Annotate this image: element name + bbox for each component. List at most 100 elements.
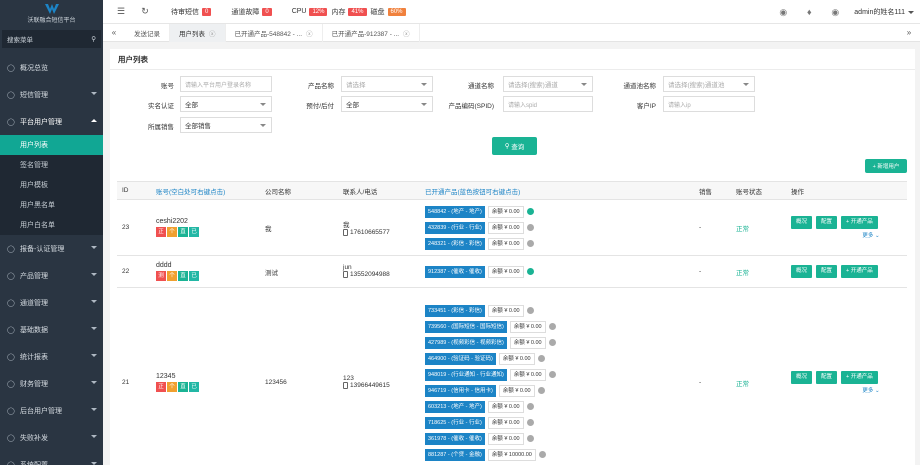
sidebar-subitem[interactable]: 用户列表 — [0, 135, 103, 155]
status-dot[interactable] — [526, 224, 534, 231]
open-product-button[interactable]: + 开通产品 — [841, 216, 878, 229]
sidebar-subitem[interactable]: 签名管理 — [0, 155, 103, 175]
status-dot[interactable] — [526, 268, 534, 275]
tab[interactable]: 用户列表 ⓧ — [170, 23, 226, 42]
sidebar-subitem[interactable]: 用户白名单 — [0, 215, 103, 235]
sidebar-subitem[interactable]: 用户模板 — [0, 175, 103, 195]
status-dot[interactable] — [526, 208, 534, 215]
product-chip[interactable]: 548842 - (地产 - 地产) — [425, 205, 485, 218]
product-balance: 余额 ¥ 10000.00 — [487, 448, 536, 461]
tab[interactable]: 发送记录 — [125, 23, 170, 42]
close-icon[interactable]: ⓧ — [306, 28, 313, 38]
sidebar-submenu: 用户列表 签名管理 用户模板 用户黑名单 用户白名单 — [0, 135, 103, 235]
menu-search[interactable]: 搜索菜单 ⚲ — [2, 30, 101, 48]
product-chip[interactable]: 718625 - (行业 - 行业) — [425, 416, 485, 429]
sidebar-item[interactable]: ◯ 后台用户管理 — [0, 397, 103, 424]
add-user-button[interactable]: + 新增用户 — [865, 159, 907, 173]
sidebar-item[interactable]: ◯ 统计报表 — [0, 343, 103, 370]
sidebar-item-label: 通道管理 — [20, 299, 48, 307]
realname-select[interactable]: 全部 — [180, 96, 272, 112]
billing-select[interactable]: 全部 — [341, 96, 433, 112]
product-chip[interactable]: 881287 - (个贷 - 金融) — [425, 448, 485, 461]
tabs-scroll-left-icon[interactable]: « — [103, 28, 125, 37]
cell-account[interactable]: ceshi2202 正个直已 — [151, 199, 260, 256]
cell-account[interactable]: dddd 测个直已 — [151, 255, 260, 288]
sidebar-item[interactable]: ◯ 短信管理 — [0, 81, 103, 108]
channel-fault-stat[interactable]: 通道故障 0 — [231, 7, 272, 17]
product-chip[interactable]: 948019 - (行业通知 - 行业通知) — [425, 368, 507, 381]
cell-account[interactable]: 12345 正个直已 — [151, 287, 260, 465]
sales-select[interactable]: 全部销售 — [180, 117, 272, 133]
close-icon[interactable]: ⓧ — [209, 28, 216, 38]
channel-select[interactable]: 请选择(搜索)通道 — [503, 76, 593, 92]
sidebar-item[interactable]: ◯ 基础数据 — [0, 316, 103, 343]
sidebar-item[interactable]: ◯ 失败补发 — [0, 424, 103, 451]
status-dot[interactable] — [526, 240, 534, 247]
spid-input[interactable]: 请输入spid — [503, 96, 593, 112]
query-button[interactable]: ⚲ 查询 — [492, 137, 537, 155]
sidebar-subitem[interactable]: 用户黑名单 — [0, 195, 103, 215]
status-dot[interactable] — [537, 387, 545, 394]
cell-actions: 概况 配置 + 开通产品 更多 ⌄ — [786, 287, 907, 465]
contact-name: 123 — [343, 375, 354, 383]
overview-button[interactable]: 概况 — [791, 216, 813, 229]
tab[interactable]: 已开通产品-912387 - ... ⓧ — [323, 23, 420, 42]
tag-icon[interactable]: ♦ — [796, 7, 822, 17]
open-product-button[interactable]: + 开通产品 — [841, 265, 878, 278]
product-chip[interactable]: 427989 - (视频彩信 - 视频彩信) — [425, 336, 507, 349]
more-dropdown[interactable]: 更多 ⌄ — [821, 386, 920, 394]
sidebar-item[interactable]: ◯ 产品管理 — [0, 262, 103, 289]
tab[interactable]: 已开通产品-548842 - ... ⓧ — [226, 23, 323, 42]
cell-contact: 123 13966449615 — [338, 287, 420, 465]
status-dot[interactable] — [548, 339, 556, 346]
account-tag: 已 — [189, 382, 199, 392]
column-header: 已开通产品(蓝色按钮可右键点击) — [420, 181, 694, 200]
product-chip[interactable]: 432839 - (行业 - 行业) — [425, 221, 485, 234]
table-header: ID 账号(空白处可右键点击) 公司名称 联系人/电话 已开通产品(蓝色按钮可右键点击)… — [117, 181, 907, 200]
close-icon[interactable]: ⓧ — [403, 28, 410, 38]
product-chip[interactable]: 248321 - (彩信 - 彩信) — [425, 237, 485, 250]
product-chip[interactable]: 946719 - (信用卡 - 信用卡) — [425, 384, 496, 397]
sidebar-item[interactable]: ◯ 通道管理 — [0, 289, 103, 316]
status-dot[interactable] — [526, 307, 534, 314]
account-input[interactable]: 请输入平台用户登录名称 — [180, 76, 272, 92]
cell-contact: jun 13552094988 — [338, 255, 420, 288]
sidebar-item[interactable]: ◯ 平台用户管理 — [0, 108, 103, 135]
menu-toggle-icon[interactable]: ☰ — [111, 6, 131, 17]
overview-button[interactable]: 概况 — [791, 371, 813, 384]
product-chip[interactable]: 912387 - (催收 - 催收) — [425, 265, 485, 278]
user-menu[interactable]: admin的姓名111 — [854, 7, 914, 17]
sidebar-item[interactable]: ◯ 报备-认证管理 — [0, 235, 103, 262]
sidebar-item[interactable]: ◯ 系统配置 — [0, 451, 103, 465]
overview-button[interactable]: 概况 — [791, 265, 813, 278]
product-chip[interactable]: 361978 - (催收 - 催收) — [425, 432, 485, 445]
retry-icon: ◯ — [7, 434, 15, 442]
config-button[interactable]: 配置 — [816, 216, 838, 229]
ip-input[interactable]: 请输入ip — [663, 96, 755, 112]
eye-icon[interactable]: ◉ — [770, 7, 796, 18]
product-entry: 548842 - (地产 - 地产) 余额 ¥ 0.00 — [425, 204, 694, 220]
product-chip[interactable]: 739560 - (国际短信 - 国际短信) — [425, 320, 507, 333]
bell-icon[interactable]: ◉ — [822, 7, 848, 18]
sidebar-item[interactable]: ◯ 财务管理 — [0, 370, 103, 397]
pending-sms-stat[interactable]: 待审短信 0 — [171, 7, 212, 17]
status-dot[interactable] — [538, 451, 546, 458]
status-dot[interactable] — [526, 435, 534, 442]
config-button[interactable]: 配置 — [816, 265, 838, 278]
status-dot[interactable] — [526, 419, 534, 426]
status-dot[interactable] — [537, 355, 545, 362]
open-product-button[interactable]: + 开通产品 — [841, 371, 878, 384]
status-dot[interactable] — [548, 323, 556, 330]
channel-pool-select[interactable]: 请选择(搜索)通道池 — [663, 76, 755, 92]
sidebar-item[interactable]: ◯ 概况总览 — [0, 54, 103, 81]
status-dot[interactable] — [526, 403, 534, 410]
status-dot[interactable] — [548, 371, 556, 378]
product-chip[interactable]: 733451 - (彩信 - 彩信) — [425, 304, 485, 317]
tabs-scroll-right-icon[interactable]: » — [898, 28, 920, 37]
refresh-icon[interactable]: ↻ — [135, 6, 155, 17]
product-chip[interactable]: 464900 - (验证码 - 验证码) — [425, 352, 496, 365]
config-button[interactable]: 配置 — [816, 371, 838, 384]
product-select[interactable]: 请选择 — [341, 76, 433, 92]
product-chip[interactable]: 603213 - (地产 - 地产) — [425, 400, 485, 413]
more-dropdown[interactable]: 更多 ⌄ — [821, 231, 920, 239]
